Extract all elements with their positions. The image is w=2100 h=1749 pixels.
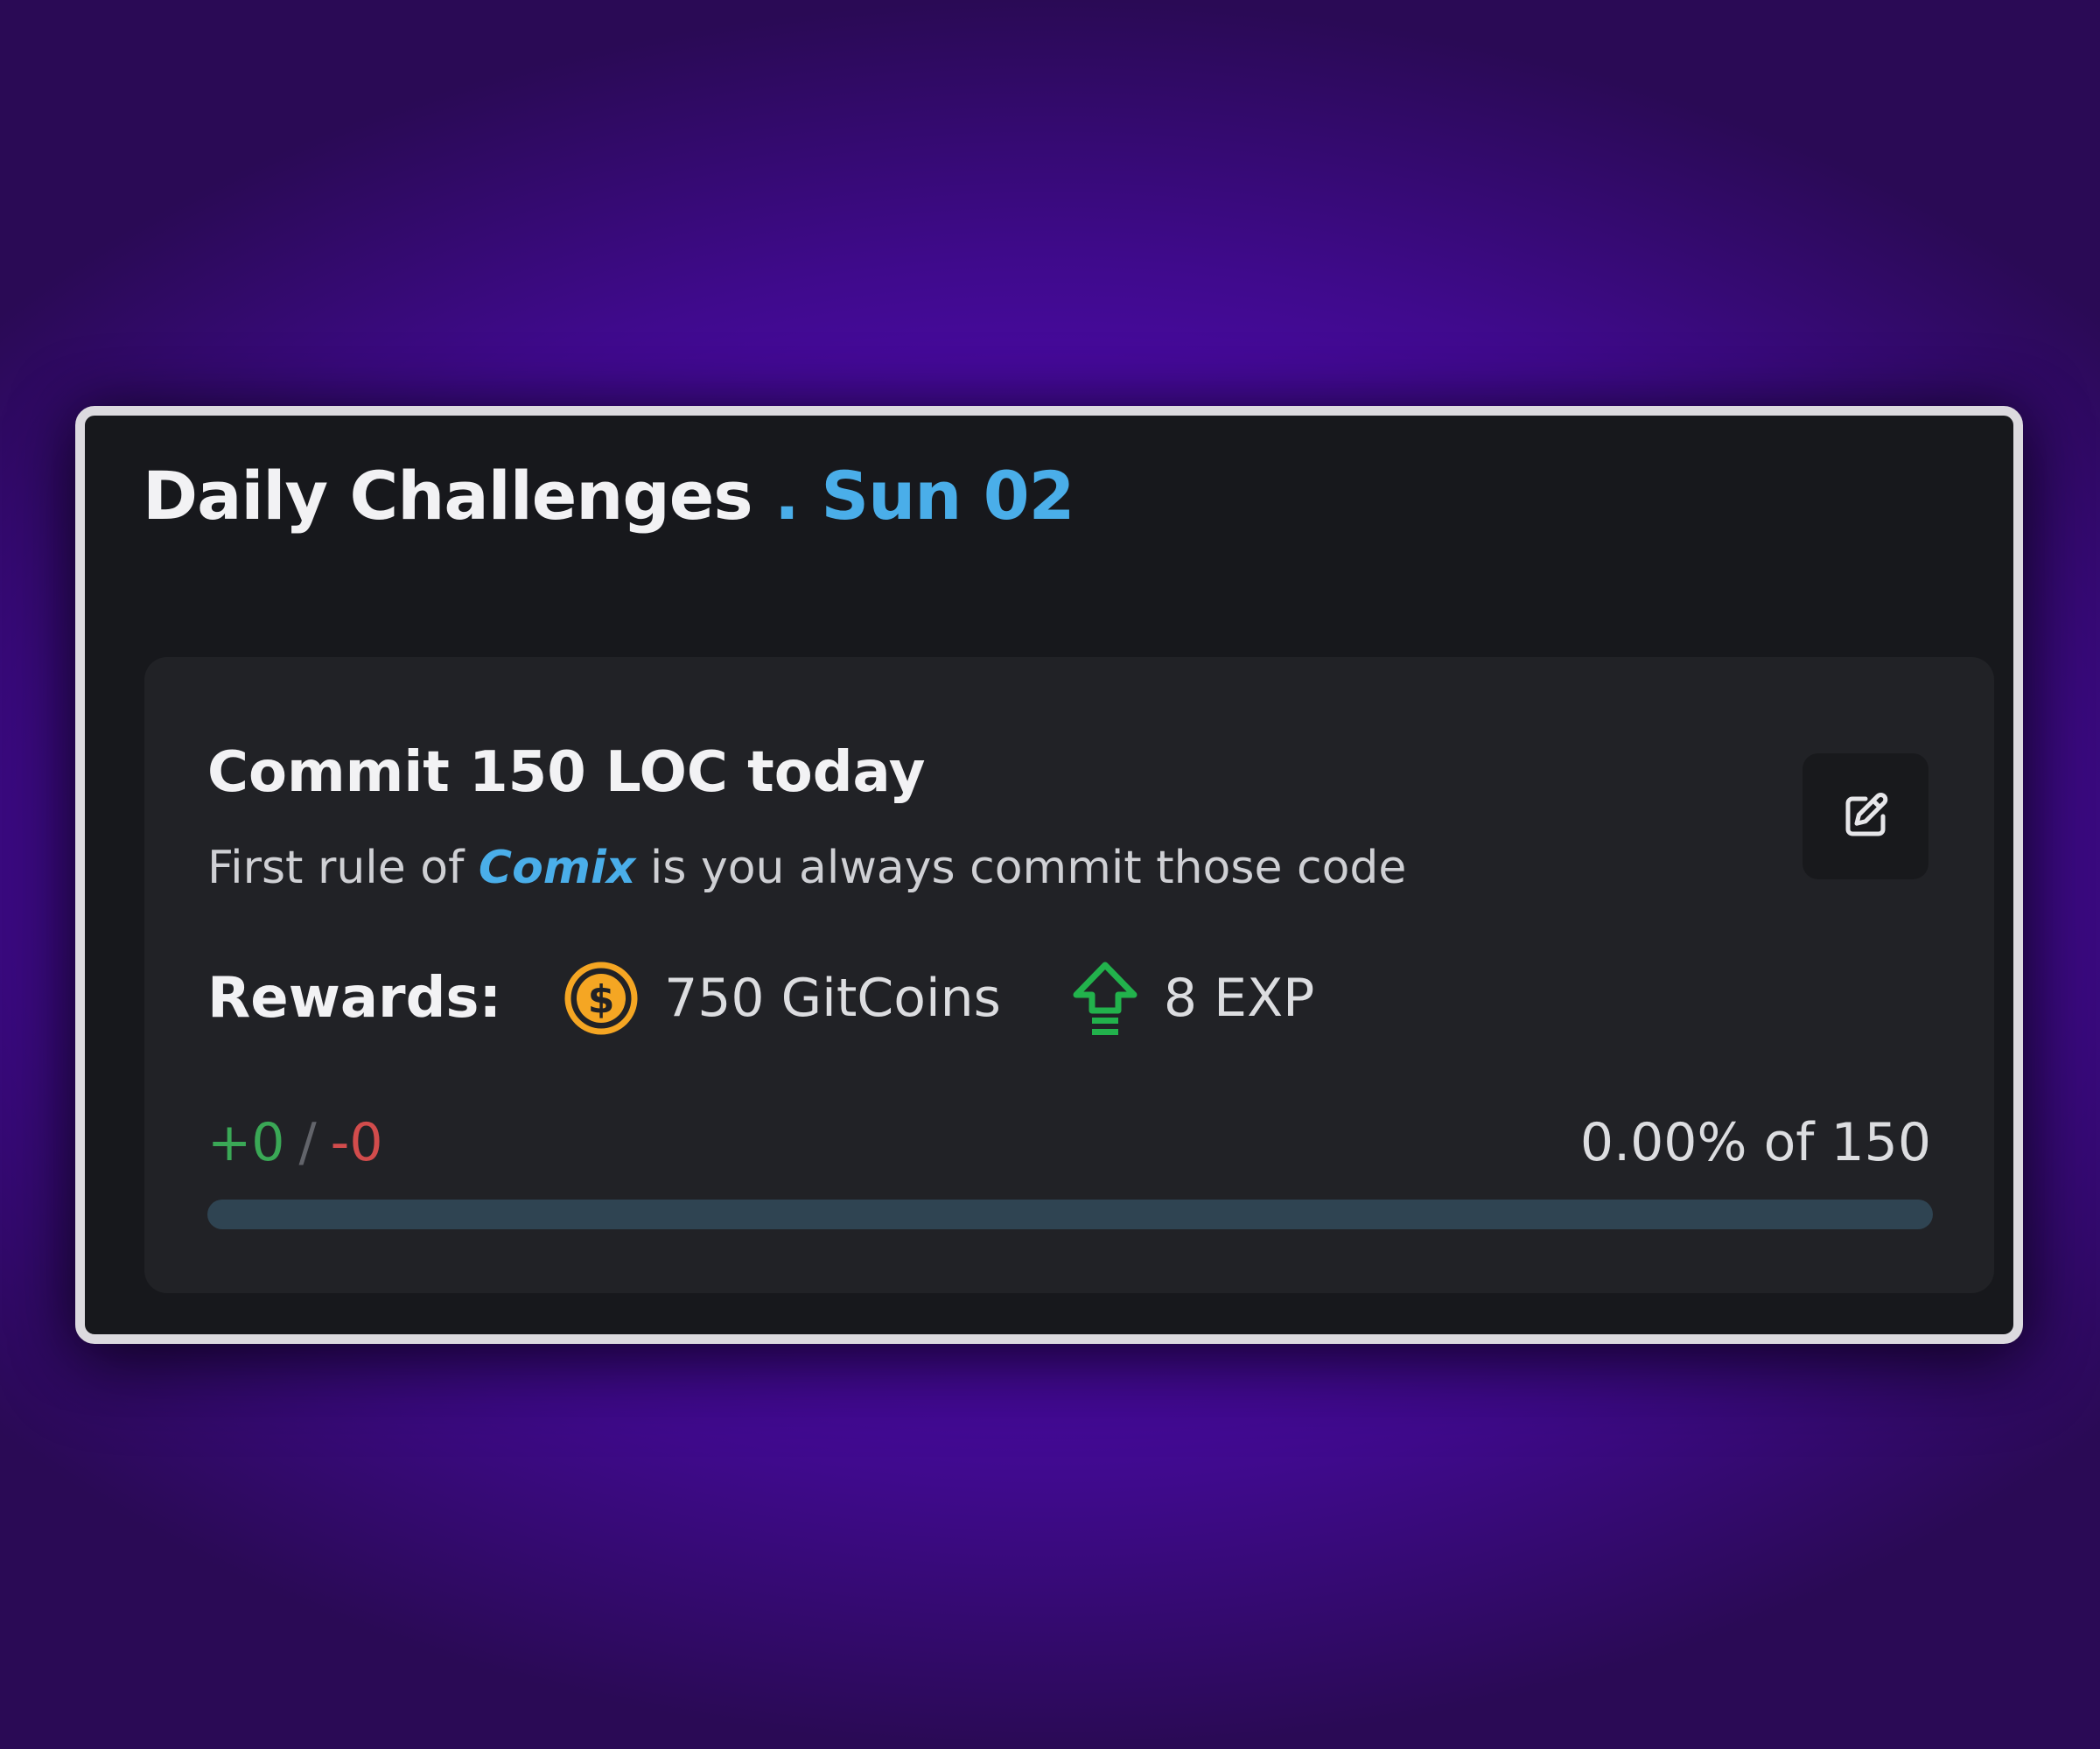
daily-challenges-panel: Daily Challenges . Sun 02 Commit 150 LOC… [75, 406, 2023, 1344]
description-prefix: First rule of [207, 842, 465, 894]
panel-title: Daily Challenges [143, 457, 753, 535]
lines-removed: -0 [330, 1112, 383, 1173]
challenge-card: Commit 150 LOC today First rule of Comix… [144, 657, 1994, 1293]
dollar-coin-icon: $ [563, 960, 640, 1037]
challenge-title: Commit 150 LOC today [207, 740, 926, 805]
description-suffix: is you always commit those code [649, 842, 1407, 894]
lines-added: +0 [207, 1112, 285, 1173]
rewards-label: Rewards: [207, 966, 502, 1031]
edit-icon [1839, 790, 1892, 843]
svg-text:$: $ [588, 977, 615, 1022]
panel-heading: Daily Challenges . Sun 02 [143, 463, 1075, 529]
exp-reward: 8 EXP [1163, 968, 1315, 1029]
description-brand: Comix [478, 842, 636, 894]
progress-bar [207, 1200, 1933, 1229]
panel-date: . Sun 02 [774, 457, 1074, 535]
rewards-row: Rewards: $ 750 GitCoins 8 EXP [207, 955, 1314, 1042]
line-changes: +0/-0 [207, 1116, 383, 1169]
coins-reward: 750 GitCoins [664, 968, 1001, 1029]
level-up-arrow-icon [1071, 960, 1139, 1037]
progress-percent: 0.00% of 150 [1579, 1112, 1931, 1173]
edit-challenge-button[interactable] [1802, 753, 1928, 879]
lines-separator: / [298, 1112, 317, 1173]
challenge-description: First rule of Comix is you always commit… [207, 845, 1406, 891]
